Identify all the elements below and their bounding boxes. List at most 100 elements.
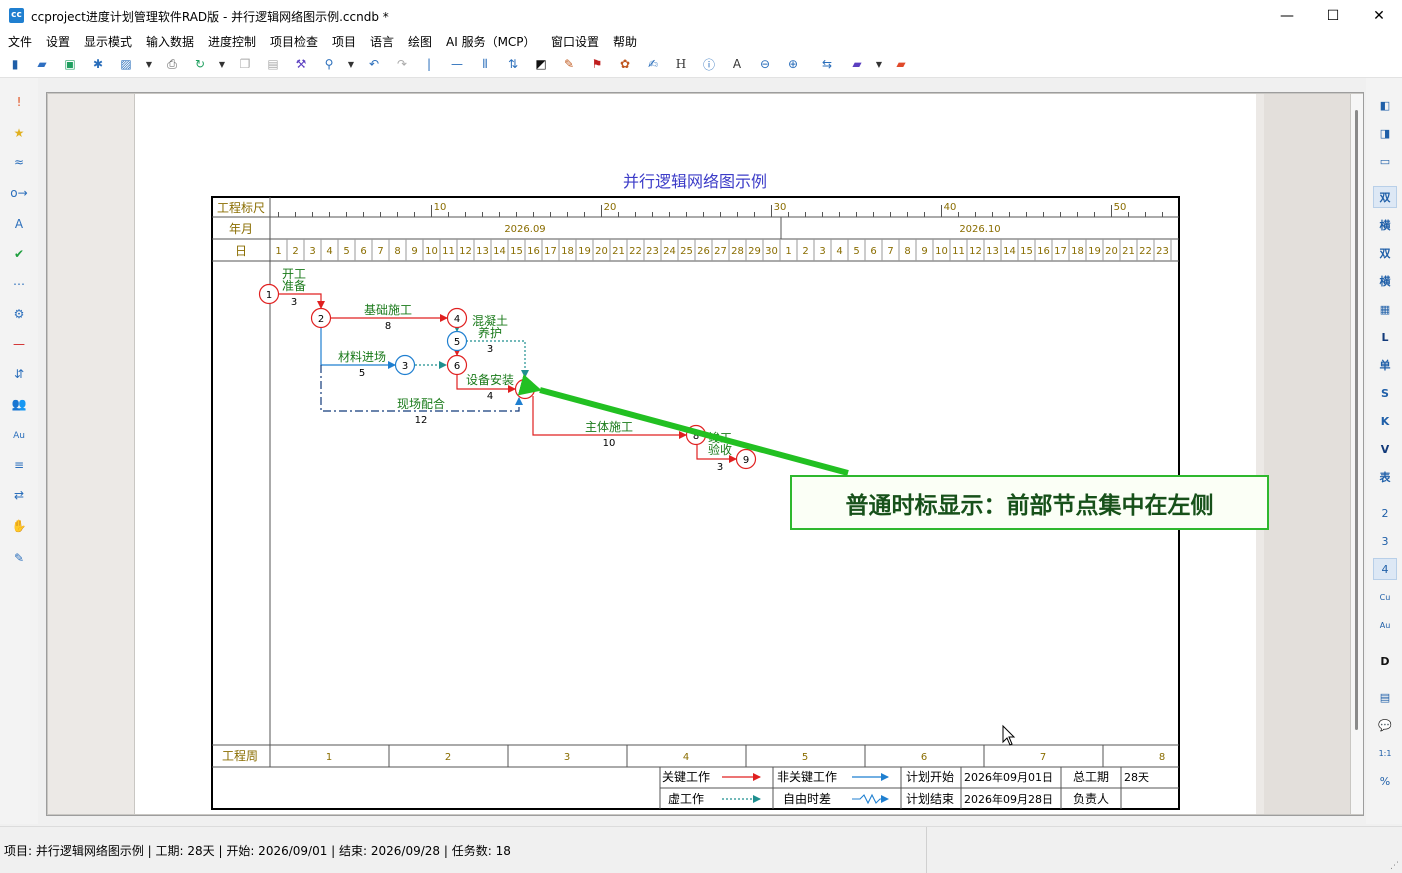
week-cell: 3 xyxy=(564,752,570,763)
day-cell: 19 xyxy=(1088,246,1101,257)
day-cell: 12 xyxy=(459,246,472,257)
week-cells: 1 2 3 4 5 6 7 8 xyxy=(326,745,1165,767)
mouse-cursor-icon xyxy=(1002,724,1016,746)
node-3-label: 3 xyxy=(402,361,408,372)
week-cell: 4 xyxy=(683,752,689,763)
task-name-label: 验收 xyxy=(708,442,732,457)
day-cell: 27 xyxy=(714,246,727,257)
day-cell: 16 xyxy=(527,246,540,257)
task-duration-label: 3 xyxy=(487,344,493,355)
day-cell: 2 xyxy=(292,246,298,257)
legend-total-value: 28天 xyxy=(1124,771,1149,784)
legend-plan-start-value: 2026年09月01日 xyxy=(964,770,1053,784)
day-cell: 8 xyxy=(904,246,910,257)
day-cell: 2 xyxy=(802,246,808,257)
week-cell: 7 xyxy=(1040,752,1046,763)
task-name-label: 基础施工 xyxy=(364,303,412,317)
ruler-label: 工程标尺 xyxy=(217,200,265,215)
node-3[interactable]: 3 xyxy=(394,354,416,376)
legend-owner-label: 负责人 xyxy=(1073,792,1109,806)
day-cell: 1 xyxy=(275,246,281,257)
day-cell: 20 xyxy=(1105,246,1118,257)
legend-plan-end-label: 计划结束 xyxy=(906,792,954,806)
day-cell: 10 xyxy=(935,246,948,257)
day-cell: 15 xyxy=(1020,246,1033,257)
week-label: 工程周 xyxy=(222,748,258,763)
day-cell: 22 xyxy=(1139,246,1152,257)
day-cell: 30 xyxy=(765,246,778,257)
day-label: 日 xyxy=(235,244,247,258)
day-cell: 23 xyxy=(646,246,659,257)
node-6-label: 6 xyxy=(454,361,460,372)
day-cell: 17 xyxy=(544,246,557,257)
task-duration-label: 3 xyxy=(291,297,297,308)
task-name-label: 设备安装 xyxy=(466,372,514,387)
node-1[interactable]: 1 xyxy=(258,283,280,305)
status-text: 项目: 并行逻辑网络图示例 | 工期: 28天 | 开始: 2026/09/01… xyxy=(4,844,511,858)
day-cell: 1 xyxy=(785,246,791,257)
diagram-title: 并行逻辑网络图示例 xyxy=(623,172,767,191)
task-name-label: 养护 xyxy=(478,325,502,340)
day-cell: 5 xyxy=(853,246,859,257)
day-cells: 1 2 3 4 5 6 7 8 9 10 11 12 13 14 15 16 17 18 19 20 21 22 23 24 2… xyxy=(275,239,1172,261)
task-name-label: 材料进场 xyxy=(338,350,386,364)
day-cell: 22 xyxy=(629,246,642,257)
day-cell: 14 xyxy=(1003,246,1016,257)
legend-plan-start-label: 计划开始 xyxy=(906,770,954,784)
legend-dummy-label: 虚工作 xyxy=(668,792,704,806)
status-bar: 项目: 并行逻辑网络图示例 | 工期: 28天 | 开始: 2026/09/01… xyxy=(0,826,1402,873)
day-cell: 21 xyxy=(612,246,625,257)
legend-total-label: 总工期 xyxy=(1073,770,1109,784)
legend-noncritical-label: 非关键工作 xyxy=(777,770,837,784)
day-cell: 25 xyxy=(680,246,693,257)
ruler-label-50: 50 xyxy=(1114,202,1127,213)
node-2-label: 2 xyxy=(318,314,324,325)
task-name-label: 准备 xyxy=(282,279,306,293)
day-cell: 6 xyxy=(870,246,876,257)
day-cell: 7 xyxy=(887,246,893,257)
node-4-label: 4 xyxy=(454,314,460,325)
day-cell: 29 xyxy=(748,246,761,257)
day-cell: 18 xyxy=(1071,246,1084,257)
day-cell: 11 xyxy=(442,246,455,257)
day-cell: 16 xyxy=(1037,246,1050,257)
node-5[interactable]: 5 xyxy=(446,330,468,352)
node-9[interactable]: 9 xyxy=(735,448,757,470)
day-cell: 10 xyxy=(425,246,438,257)
week-cell: 1 xyxy=(326,752,332,763)
day-cell: 3 xyxy=(819,246,825,257)
legend-plan-end-value: 2026年09月28日 xyxy=(964,792,1053,806)
day-cell: 17 xyxy=(1054,246,1067,257)
ruler-ticks: 10 20 30 40 50 xyxy=(278,202,1163,217)
status-separator xyxy=(926,827,927,873)
node-1-label: 1 xyxy=(266,290,272,301)
day-cell: 7 xyxy=(377,246,383,257)
ruler-label-10: 10 xyxy=(434,202,447,213)
node-4[interactable]: 4 xyxy=(446,307,468,329)
node-5-label: 5 xyxy=(454,337,460,348)
day-cell: 4 xyxy=(836,246,842,257)
legend-critical-label: 关键工作 xyxy=(662,770,710,784)
day-cell: 18 xyxy=(561,246,574,257)
task-labels: 开工准备3基础施工8材料进场5混凝土养护3设备安装4现场配合12主体施工10竣工… xyxy=(282,267,732,473)
node-7-label: 7 xyxy=(522,385,528,396)
task-duration-label: 8 xyxy=(385,321,391,332)
day-cell: 15 xyxy=(510,246,523,257)
task-name-label: 主体施工 xyxy=(585,420,633,434)
day-cell: 9 xyxy=(411,246,417,257)
node-2[interactable]: 2 xyxy=(310,307,332,329)
resize-grip-icon[interactable]: ⋰ xyxy=(1390,861,1399,871)
week-cell: 6 xyxy=(921,752,927,763)
task-duration-label: 3 xyxy=(717,462,723,473)
node-7[interactable]: 7 xyxy=(514,378,536,400)
day-cell: 8 xyxy=(394,246,400,257)
task-duration-label: 10 xyxy=(603,438,616,449)
day-cell: 4 xyxy=(326,246,332,257)
day-cell: 13 xyxy=(986,246,999,257)
day-cell: 12 xyxy=(969,246,982,257)
node-6[interactable]: 6 xyxy=(446,354,468,376)
arrow-1-2 xyxy=(279,293,325,309)
ruler-label-20: 20 xyxy=(604,202,617,213)
task-name-label: 现场配合 xyxy=(397,396,445,411)
day-cell: 14 xyxy=(493,246,506,257)
